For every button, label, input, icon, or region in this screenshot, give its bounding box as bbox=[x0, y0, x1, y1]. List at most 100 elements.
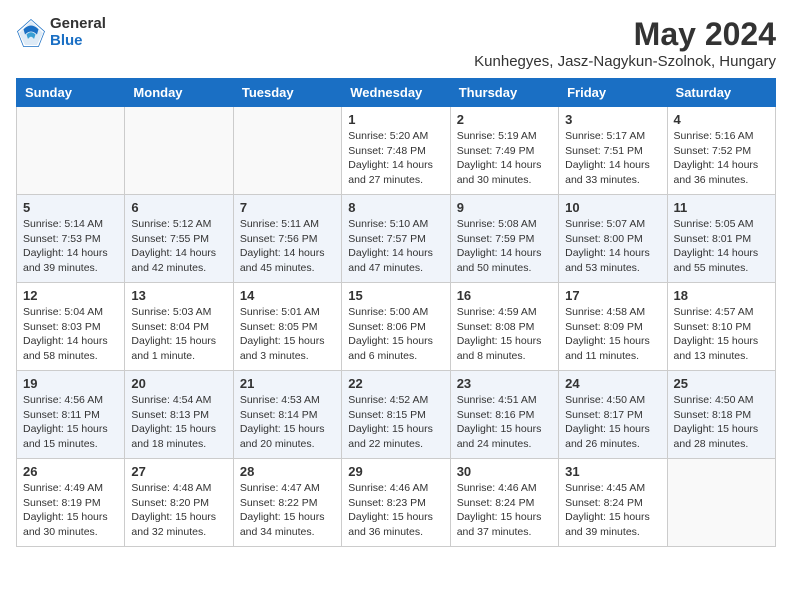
calendar-day-header: Monday bbox=[125, 79, 233, 107]
calendar-cell: 16Sunrise: 4:59 AM Sunset: 8:08 PM Dayli… bbox=[450, 283, 558, 371]
day-info: Sunrise: 5:16 AM Sunset: 7:52 PM Dayligh… bbox=[674, 129, 769, 188]
day-number: 30 bbox=[457, 464, 552, 479]
location-title: Kunhegyes, Jasz-Nagykun-Szolnok, Hungary bbox=[474, 53, 776, 70]
day-number: 24 bbox=[565, 376, 660, 391]
calendar-cell bbox=[233, 107, 341, 195]
day-info: Sunrise: 5:05 AM Sunset: 8:01 PM Dayligh… bbox=[674, 217, 769, 276]
day-number: 15 bbox=[348, 288, 443, 303]
day-info: Sunrise: 5:08 AM Sunset: 7:59 PM Dayligh… bbox=[457, 217, 552, 276]
calendar-cell: 5Sunrise: 5:14 AM Sunset: 7:53 PM Daylig… bbox=[17, 195, 125, 283]
calendar-day-header: Sunday bbox=[17, 79, 125, 107]
day-number: 5 bbox=[23, 200, 118, 215]
logo-blue-text: Blue bbox=[50, 33, 106, 50]
calendar-cell: 2Sunrise: 5:19 AM Sunset: 7:49 PM Daylig… bbox=[450, 107, 558, 195]
month-title: May 2024 bbox=[474, 16, 776, 53]
calendar-cell bbox=[125, 107, 233, 195]
day-number: 29 bbox=[348, 464, 443, 479]
calendar-cell: 27Sunrise: 4:48 AM Sunset: 8:20 PM Dayli… bbox=[125, 459, 233, 547]
logo-icon bbox=[16, 18, 46, 48]
day-info: Sunrise: 5:12 AM Sunset: 7:55 PM Dayligh… bbox=[131, 217, 226, 276]
day-info: Sunrise: 4:58 AM Sunset: 8:09 PM Dayligh… bbox=[565, 305, 660, 364]
day-info: Sunrise: 4:52 AM Sunset: 8:15 PM Dayligh… bbox=[348, 393, 443, 452]
day-info: Sunrise: 5:07 AM Sunset: 8:00 PM Dayligh… bbox=[565, 217, 660, 276]
day-number: 18 bbox=[674, 288, 769, 303]
calendar-cell: 4 Sunrise: 5:16 AM Sunset: 7:52 PM Daylig… bbox=[667, 107, 775, 195]
day-number: 12 bbox=[23, 288, 118, 303]
calendar-day-header: Thursday bbox=[450, 79, 558, 107]
calendar-week-row: 5Sunrise: 5:14 AM Sunset: 7:53 PM Daylig… bbox=[17, 195, 776, 283]
calendar-cell: 28 Sunrise: 4:47 AM Sunset: 8:22 PM Dayli… bbox=[233, 459, 341, 547]
day-info: Sunrise: 4:50 AM Sunset: 8:18 PM Dayligh… bbox=[674, 393, 769, 452]
day-info: Sunrise: 5:17 AM Sunset: 7:51 PM Dayligh… bbox=[565, 129, 660, 188]
calendar-cell: 20Sunrise: 4:54 AM Sunset: 8:13 PM Dayli… bbox=[125, 371, 233, 459]
calendar-week-row: 19Sunrise: 4:56 AM Sunset: 8:11 PM Dayli… bbox=[17, 371, 776, 459]
calendar-week-row: 26 Sunrise: 4:49 AM Sunset: 8:19 PM Dayli… bbox=[17, 459, 776, 547]
calendar-cell: 13Sunrise: 5:03 AM Sunset: 8:04 PM Dayli… bbox=[125, 283, 233, 371]
day-number: 27 bbox=[131, 464, 226, 479]
day-number: 25 bbox=[674, 376, 769, 391]
calendar-day-header: Wednesday bbox=[342, 79, 450, 107]
day-info: Sunrise: 4:50 AM Sunset: 8:17 PM Dayligh… bbox=[565, 393, 660, 452]
day-info: Sunrise: 5:01 AM Sunset: 8:05 PM Dayligh… bbox=[240, 305, 335, 364]
day-number: 21 bbox=[240, 376, 335, 391]
calendar-week-row: 1Sunrise: 5:20 AM Sunset: 7:48 PM Daylig… bbox=[17, 107, 776, 195]
day-info: Sunrise: 4:51 AM Sunset: 8:16 PM Dayligh… bbox=[457, 393, 552, 452]
day-info: Sunrise: 5:04 AM Sunset: 8:03 PM Dayligh… bbox=[23, 305, 118, 364]
title-section: May 2024 Kunhegyes, Jasz-Nagykun-Szolnok… bbox=[474, 16, 776, 70]
calendar-cell: 31 Sunrise: 4:45 AM Sunset: 8:24 PM Dayli… bbox=[559, 459, 667, 547]
day-info: Sunrise: 4:46 AM Sunset: 8:23 PM Dayligh… bbox=[348, 481, 443, 540]
day-number: 6 bbox=[131, 200, 226, 215]
calendar-cell: 3 Sunrise: 5:17 AM Sunset: 7:51 PM Daylig… bbox=[559, 107, 667, 195]
logo-general-text: General bbox=[50, 16, 106, 33]
day-number: 17 bbox=[565, 288, 660, 303]
day-number: 31 bbox=[565, 464, 660, 479]
calendar-week-row: 12 Sunrise: 5:04 AM Sunset: 8:03 PM Dayli… bbox=[17, 283, 776, 371]
calendar-cell: 7Sunrise: 5:11 AM Sunset: 7:56 PM Daylig… bbox=[233, 195, 341, 283]
day-number: 1 bbox=[348, 112, 443, 127]
calendar-cell: 25 Sunrise: 4:50 AM Sunset: 8:18 PM Dayli… bbox=[667, 371, 775, 459]
day-number: 28 bbox=[240, 464, 335, 479]
day-number: 7 bbox=[240, 200, 335, 215]
day-number: 3 bbox=[565, 112, 660, 127]
calendar-cell: 10 Sunrise: 5:07 AM Sunset: 8:00 PM Dayli… bbox=[559, 195, 667, 283]
calendar-cell: 26 Sunrise: 4:49 AM Sunset: 8:19 PM Dayli… bbox=[17, 459, 125, 547]
day-number: 10 bbox=[565, 200, 660, 215]
day-number: 26 bbox=[23, 464, 118, 479]
calendar-cell: 29 Sunrise: 4:46 AM Sunset: 8:23 PM Dayli… bbox=[342, 459, 450, 547]
day-number: 22 bbox=[348, 376, 443, 391]
day-info: Sunrise: 4:53 AM Sunset: 8:14 PM Dayligh… bbox=[240, 393, 335, 452]
calendar-cell: 1Sunrise: 5:20 AM Sunset: 7:48 PM Daylig… bbox=[342, 107, 450, 195]
calendar-cell: 9Sunrise: 5:08 AM Sunset: 7:59 PM Daylig… bbox=[450, 195, 558, 283]
day-info: Sunrise: 4:47 AM Sunset: 8:22 PM Dayligh… bbox=[240, 481, 335, 540]
day-info: Sunrise: 5:10 AM Sunset: 7:57 PM Dayligh… bbox=[348, 217, 443, 276]
day-number: 2 bbox=[457, 112, 552, 127]
calendar-cell: 11Sunrise: 5:05 AM Sunset: 8:01 PM Dayli… bbox=[667, 195, 775, 283]
calendar-cell: 21 Sunrise: 4:53 AM Sunset: 8:14 PM Dayli… bbox=[233, 371, 341, 459]
day-number: 13 bbox=[131, 288, 226, 303]
calendar-cell: 19Sunrise: 4:56 AM Sunset: 8:11 PM Dayli… bbox=[17, 371, 125, 459]
calendar-cell bbox=[17, 107, 125, 195]
calendar-day-header: Tuesday bbox=[233, 79, 341, 107]
calendar-cell: 15Sunrise: 5:00 AM Sunset: 8:06 PM Dayli… bbox=[342, 283, 450, 371]
logo-text: General Blue bbox=[50, 16, 106, 49]
calendar-cell: 17 Sunrise: 4:58 AM Sunset: 8:09 PM Dayli… bbox=[559, 283, 667, 371]
day-number: 8 bbox=[348, 200, 443, 215]
calendar-cell: 18 Sunrise: 4:57 AM Sunset: 8:10 PM Dayli… bbox=[667, 283, 775, 371]
day-number: 4 bbox=[674, 112, 769, 127]
day-info: Sunrise: 4:57 AM Sunset: 8:10 PM Dayligh… bbox=[674, 305, 769, 364]
calendar-cell: 14 Sunrise: 5:01 AM Sunset: 8:05 PM Dayli… bbox=[233, 283, 341, 371]
day-info: Sunrise: 4:45 AM Sunset: 8:24 PM Dayligh… bbox=[565, 481, 660, 540]
calendar-cell bbox=[667, 459, 775, 547]
calendar-cell: 12 Sunrise: 5:04 AM Sunset: 8:03 PM Dayli… bbox=[17, 283, 125, 371]
day-info: Sunrise: 4:49 AM Sunset: 8:19 PM Dayligh… bbox=[23, 481, 118, 540]
calendar-cell: 8 Sunrise: 5:10 AM Sunset: 7:57 PM Daylig… bbox=[342, 195, 450, 283]
day-number: 14 bbox=[240, 288, 335, 303]
page-header: General Blue May 2024 Kunhegyes, Jasz-Na… bbox=[16, 16, 776, 70]
calendar-cell: 24 Sunrise: 4:50 AM Sunset: 8:17 PM Dayli… bbox=[559, 371, 667, 459]
day-number: 19 bbox=[23, 376, 118, 391]
day-number: 23 bbox=[457, 376, 552, 391]
calendar-day-header: Saturday bbox=[667, 79, 775, 107]
calendar-cell: 30Sunrise: 4:46 AM Sunset: 8:24 PM Dayli… bbox=[450, 459, 558, 547]
calendar-cell: 23 Sunrise: 4:51 AM Sunset: 8:16 PM Dayli… bbox=[450, 371, 558, 459]
calendar-header-row: SundayMondayTuesdayWednesdayThursdayFrid… bbox=[17, 79, 776, 107]
